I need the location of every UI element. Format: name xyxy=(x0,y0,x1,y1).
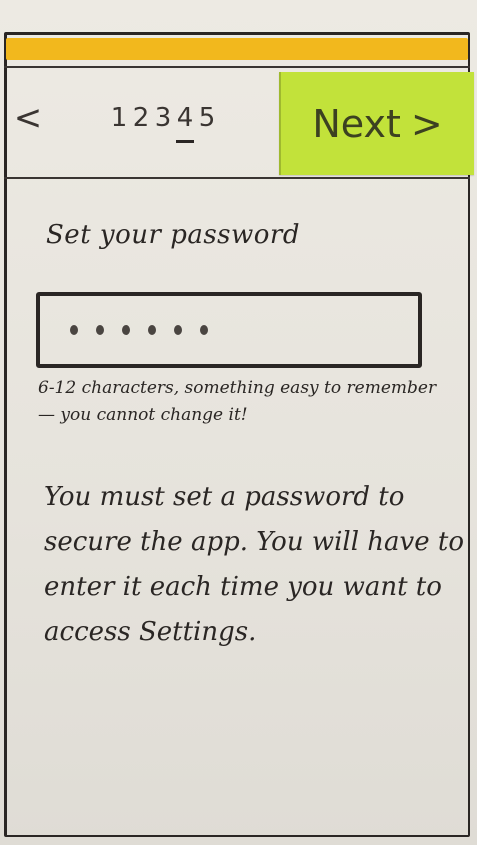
password-dot xyxy=(122,325,130,335)
chevron-right-icon: > xyxy=(410,101,443,146)
step-3[interactable]: 3 xyxy=(154,103,172,143)
step-5[interactable]: 5 xyxy=(198,103,216,143)
password-input[interactable] xyxy=(36,292,422,368)
next-button-label: Next xyxy=(312,101,401,146)
nav-divider xyxy=(4,177,470,179)
next-button[interactable]: Next > xyxy=(279,72,474,175)
step-4-current[interactable]: 4 xyxy=(176,103,194,143)
password-dot xyxy=(96,325,104,335)
password-dot xyxy=(70,325,78,335)
step-indicator: 1 2 3 4 5 xyxy=(110,103,216,143)
password-field-label: Set your password xyxy=(46,220,301,250)
back-button[interactable]: < xyxy=(12,98,44,138)
password-dot xyxy=(174,325,182,335)
chevron-left-icon: < xyxy=(13,98,43,138)
status-bar-divider xyxy=(4,66,470,68)
password-hint: 6-12 characters, something easy to remem… xyxy=(38,378,437,425)
password-dot xyxy=(200,325,208,335)
step-2[interactable]: 2 xyxy=(132,103,150,143)
info-text: You must set a password to secure the ap… xyxy=(44,482,464,647)
step-1[interactable]: 1 xyxy=(110,103,128,143)
status-bar xyxy=(6,38,468,60)
password-dot xyxy=(148,325,156,335)
